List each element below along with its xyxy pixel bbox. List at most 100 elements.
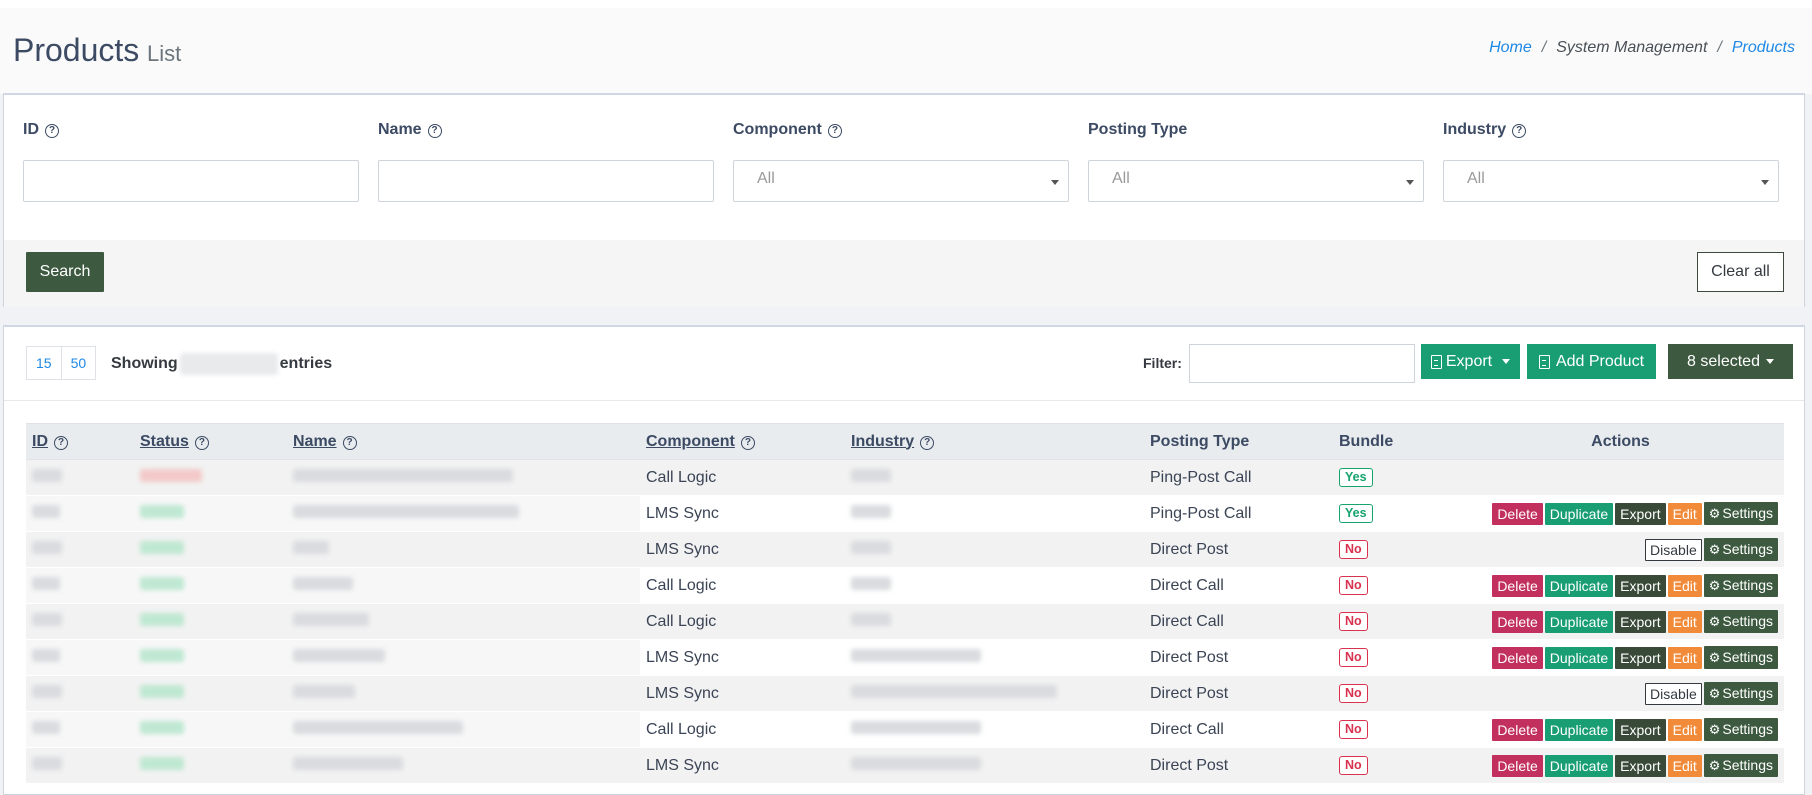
cell-name[interactable] <box>287 495 640 532</box>
table-row: Call Logic Ping-Post Call Yes <box>26 459 1784 496</box>
settings-button[interactable]: ⚙ Settings <box>1703 718 1778 741</box>
disable-button[interactable]: Disable <box>1645 538 1702 561</box>
cell-name[interactable] <box>287 747 640 784</box>
settings-button[interactable]: ⚙ Settings <box>1703 502 1778 525</box>
gears-icon: ⚙ <box>1708 578 1721 593</box>
id-filter-input[interactable] <box>23 160 359 202</box>
redacted-text <box>851 648 981 662</box>
col-header-name[interactable]: Name? <box>287 423 640 460</box>
posting-type-select[interactable]: All <box>1088 160 1424 202</box>
delete-button[interactable]: Delete <box>1492 610 1543 633</box>
duplicate-button[interactable]: Duplicate <box>1544 646 1614 669</box>
redacted-text <box>851 612 891 626</box>
delete-button[interactable]: Delete <box>1492 646 1543 669</box>
selected-columns-button[interactable]: 8 selected <box>1668 344 1793 379</box>
edit-button[interactable]: Edit <box>1667 718 1702 741</box>
delete-button[interactable]: Delete <box>1492 574 1543 597</box>
industry-filter-label: Industry? <box>1443 121 1527 139</box>
disable-button[interactable]: Disable <box>1645 682 1702 705</box>
settings-button[interactable]: ⚙ Settings <box>1703 646 1778 669</box>
export-row-button[interactable]: Export <box>1615 502 1666 525</box>
settings-label: Settings <box>1722 685 1773 701</box>
help-icon[interactable]: ? <box>194 435 209 450</box>
breadcrumb-home[interactable]: Home <box>1489 39 1532 57</box>
col-header-status[interactable]: Status? <box>134 423 287 460</box>
edit-button[interactable]: Edit <box>1667 574 1702 597</box>
delete-button[interactable]: Delete <box>1492 718 1543 741</box>
component-filter-label-text: Component <box>733 121 822 138</box>
page-size-15[interactable]: 15 <box>26 346 62 380</box>
cell-id <box>26 639 134 676</box>
cell-name[interactable] <box>287 603 640 640</box>
settings-button[interactable]: ⚙ Settings <box>1703 754 1778 777</box>
help-icon[interactable]: ? <box>1512 124 1527 138</box>
gears-icon: ⚙ <box>1708 758 1721 773</box>
cell-actions: Delete Duplicate Export Edit ⚙ Settings <box>1457 567 1784 604</box>
duplicate-button[interactable]: Duplicate <box>1544 754 1614 777</box>
help-icon[interactable]: ? <box>342 435 357 450</box>
cell-industry <box>845 639 1144 676</box>
redacted-text <box>293 756 403 770</box>
edit-button[interactable]: Edit <box>1667 646 1702 669</box>
export-row-button[interactable]: Export <box>1615 718 1666 741</box>
filter-panel: ID? Name? Component? All Posting Type Al… <box>3 93 1805 307</box>
cell-name[interactable] <box>287 639 640 676</box>
settings-button[interactable]: ⚙ Settings <box>1703 682 1778 705</box>
cell-bundle: No <box>1333 747 1457 784</box>
cell-name[interactable] <box>287 531 640 568</box>
cell-name[interactable] <box>287 567 640 604</box>
cell-id <box>26 747 134 784</box>
add-product-button[interactable]: Add Product <box>1527 344 1656 379</box>
help-icon[interactable]: ? <box>920 435 935 450</box>
page-size-50[interactable]: 50 <box>61 346 97 380</box>
edit-button[interactable]: Edit <box>1667 754 1702 777</box>
settings-label: Settings <box>1722 613 1773 629</box>
help-icon[interactable]: ? <box>427 124 442 138</box>
export-button[interactable]: Export <box>1421 344 1520 379</box>
delete-button[interactable]: Delete <box>1492 502 1543 525</box>
cell-status <box>134 675 287 712</box>
help-icon[interactable]: ? <box>54 435 68 450</box>
industry-select[interactable]: All <box>1443 160 1779 202</box>
export-row-button[interactable]: Export <box>1615 574 1666 597</box>
redacted-text <box>293 720 463 734</box>
redacted-text <box>851 468 891 482</box>
export-row-button[interactable]: Export <box>1615 754 1666 777</box>
edit-button[interactable]: Edit <box>1667 502 1702 525</box>
duplicate-button[interactable]: Duplicate <box>1544 574 1614 597</box>
cell-name[interactable] <box>287 459 640 496</box>
col-header-id[interactable]: ID? <box>26 423 134 460</box>
settings-button[interactable]: ⚙ Settings <box>1703 574 1778 597</box>
page-header: Products List Home / System Management /… <box>0 0 1812 94</box>
export-row-button[interactable]: Export <box>1615 610 1666 633</box>
search-button[interactable]: Search <box>26 252 104 292</box>
file-add-icon <box>1538 354 1550 369</box>
cell-industry <box>845 495 1144 532</box>
help-icon[interactable]: ? <box>45 124 59 138</box>
col-header-industry[interactable]: Industry? <box>845 423 1144 460</box>
settings-label: Settings <box>1722 505 1773 521</box>
breadcrumb-current[interactable]: Products <box>1732 39 1795 57</box>
settings-button[interactable]: ⚙ Settings <box>1703 538 1778 561</box>
filter-input[interactable] <box>1189 344 1415 383</box>
redacted-text <box>293 468 513 482</box>
delete-button[interactable]: Delete <box>1492 754 1543 777</box>
duplicate-button[interactable]: Duplicate <box>1544 502 1614 525</box>
cell-status <box>134 747 287 784</box>
duplicate-button[interactable]: Duplicate <box>1544 610 1614 633</box>
col-header-component[interactable]: Component? <box>640 423 845 460</box>
cell-status <box>134 459 287 496</box>
clear-all-button[interactable]: Clear all <box>1697 252 1784 292</box>
duplicate-button[interactable]: Duplicate <box>1544 718 1614 741</box>
help-icon[interactable]: ? <box>740 435 755 450</box>
bundle-badge: Yes <box>1339 468 1373 487</box>
cell-name[interactable] <box>287 711 640 748</box>
name-filter-input[interactable] <box>378 160 714 202</box>
component-select[interactable]: All <box>733 160 1069 202</box>
cell-name[interactable] <box>287 675 640 712</box>
export-row-button[interactable]: Export <box>1615 646 1666 669</box>
settings-button[interactable]: ⚙ Settings <box>1703 610 1778 633</box>
edit-button[interactable]: Edit <box>1667 610 1702 633</box>
help-icon[interactable]: ? <box>827 124 842 138</box>
cell-id <box>26 711 134 748</box>
